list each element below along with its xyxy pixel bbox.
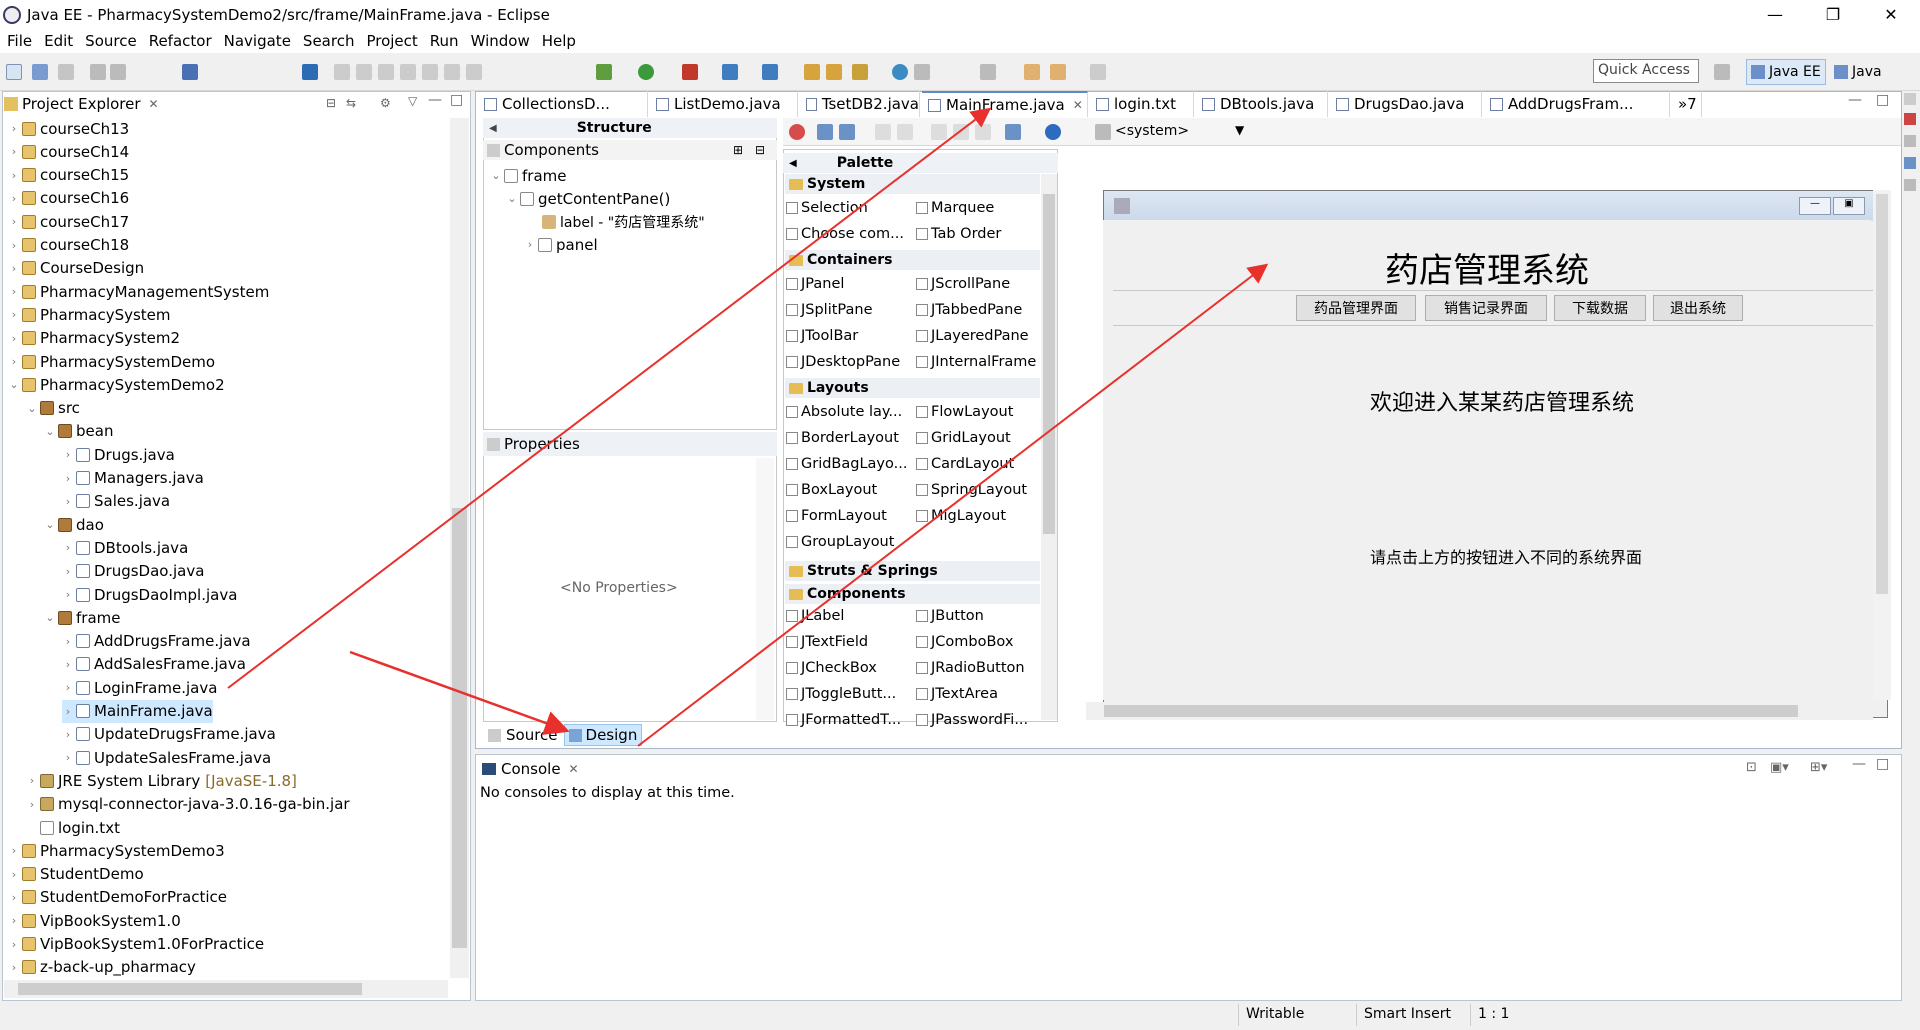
arrow-to-design-frame: [637, 263, 1269, 747]
arrow-to-design-tab: [349, 650, 570, 735]
annotation-arrows: [227, 107, 1269, 747]
arrow-to-mainframe-tab: [227, 107, 992, 689]
